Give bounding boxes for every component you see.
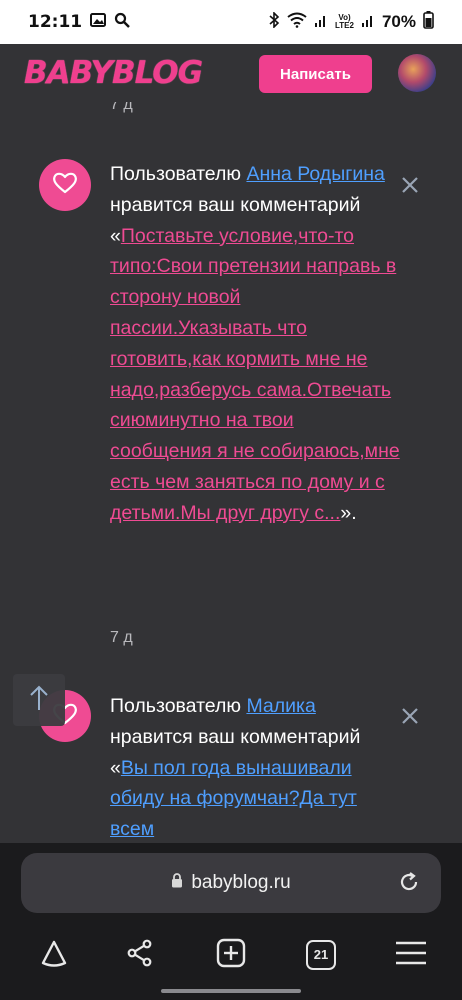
share-icon	[125, 938, 155, 973]
search-icon	[114, 12, 130, 33]
like-badge	[39, 159, 91, 211]
url-text: babyblog.ru	[191, 872, 291, 893]
home-button[interactable]	[30, 931, 78, 979]
status-time: 12:11	[28, 12, 83, 32]
notification-suffix: ».	[340, 501, 357, 524]
notification-time: 7 д	[110, 102, 133, 113]
new-tab-button[interactable]	[207, 931, 255, 979]
avatar[interactable]	[398, 54, 436, 92]
arrow-up-icon	[29, 684, 49, 717]
notification-prefix: Пользователю	[110, 163, 247, 185]
address-bar[interactable]: babyblog.ru	[21, 853, 441, 913]
notifications-feed: 7 д Пользователю Анна Родыгина нравится …	[0, 102, 462, 843]
logo[interactable]: BABYBLOG	[24, 55, 203, 91]
notification-text: Пользователю Малика нравится ваш коммент…	[110, 691, 400, 843]
user-link[interactable]: Анна Родыгина	[246, 163, 384, 185]
wifi-icon	[287, 12, 307, 33]
volte-icon: Vo) LTE2	[335, 13, 354, 30]
comment-link[interactable]: Вы пол года вынашивали обиду на форумчан…	[110, 757, 357, 841]
reload-icon[interactable]	[397, 870, 421, 900]
tabs-count: 21	[313, 947, 329, 962]
battery-icon	[423, 10, 434, 34]
close-icon[interactable]	[400, 706, 420, 726]
home-indicator[interactable]	[161, 989, 301, 993]
tabs-button[interactable]: 21	[297, 931, 345, 979]
signal-icon	[314, 12, 328, 32]
signal-icon	[361, 12, 375, 32]
new-tab-icon	[216, 938, 246, 973]
notification-prefix: Пользователю	[110, 695, 247, 717]
tabs-icon: 21	[306, 940, 336, 970]
scroll-to-top-button[interactable]	[13, 674, 65, 726]
notification-text: Пользователю Анна Родыгина нравится ваш …	[110, 159, 400, 529]
browser-toolbar: babyblog.ru 21	[0, 843, 462, 1000]
write-button[interactable]: Написать	[259, 55, 372, 93]
battery-percent: 70%	[381, 12, 416, 31]
share-button[interactable]	[116, 931, 164, 979]
close-icon[interactable]	[400, 175, 420, 195]
status-bar: 12:11 Vo) LTE2 70%	[0, 0, 462, 44]
gallery-icon	[90, 12, 107, 32]
site-header: BABYBLOG Написать	[0, 44, 462, 102]
notification-time: 7 д	[110, 629, 133, 646]
comment-link[interactable]: Поставьте условие,что-то типо:Свои прете…	[110, 225, 400, 524]
browser-navbar: 21	[0, 931, 462, 979]
menu-button[interactable]	[387, 931, 435, 979]
heart-icon	[52, 171, 78, 200]
user-link[interactable]: Малика	[246, 695, 315, 717]
lock-icon	[171, 872, 183, 894]
home-icon	[39, 938, 69, 973]
menu-icon	[395, 941, 427, 970]
bluetooth-icon	[268, 10, 280, 33]
